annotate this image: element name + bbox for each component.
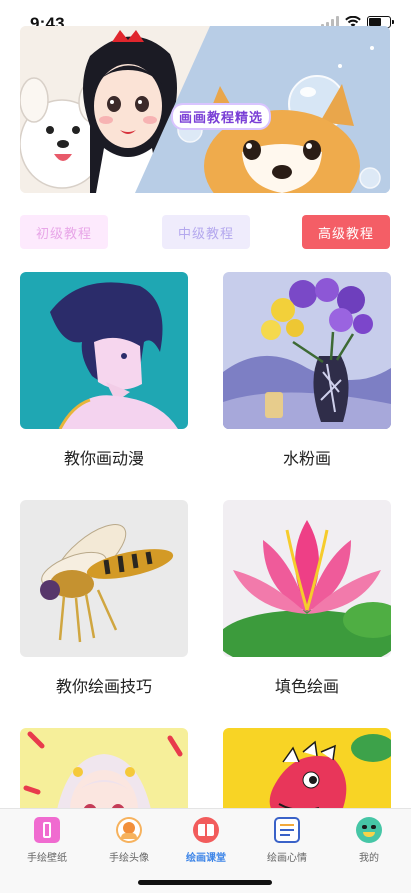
nav-item-mood[interactable]: 绘画心情: [246, 817, 328, 864]
tab-advanced[interactable]: 高级教程: [302, 215, 390, 249]
anime-boy-thumbnail: [20, 272, 188, 429]
course-card[interactable]: 填色绘画: [223, 500, 391, 697]
notebook-icon: [274, 817, 300, 843]
smiley-face-icon: [356, 817, 382, 843]
featured-banner[interactable]: 画画教程精选: [20, 26, 390, 193]
tab-beginner[interactable]: 初级教程: [20, 215, 108, 249]
nav-label: 绘画心情: [267, 853, 307, 864]
course-title: 教你绘画技巧: [55, 679, 152, 696]
nav-item-avatar[interactable]: 手绘头像: [88, 817, 170, 864]
nav-item-classroom[interactable]: 绘画课堂: [165, 817, 247, 864]
course-title: 填色绘画: [274, 679, 339, 696]
hoverfly-thumbnail: [20, 500, 188, 657]
nav-label: 手绘壁纸: [27, 853, 67, 864]
nav-item-profile[interactable]: 我的: [328, 817, 410, 864]
nav-item-wallpaper[interactable]: 手绘壁纸: [6, 817, 88, 864]
wallpaper-icon: [34, 817, 60, 843]
course-card[interactable]: 教你绘画技巧: [20, 500, 188, 697]
tab-intermediate[interactable]: 中级教程: [162, 215, 250, 249]
course-card[interactable]: 水粉画: [223, 272, 391, 469]
lotus-thumbnail: [223, 500, 391, 657]
home-indicator: [138, 880, 272, 885]
nav-label: 我的: [359, 853, 379, 864]
classroom-icon: [193, 817, 219, 843]
nav-label: 手绘头像: [109, 853, 149, 864]
avatar-icon: [116, 817, 142, 843]
course-card[interactable]: 教你画动漫: [20, 272, 188, 469]
course-title: 教你画动漫: [63, 451, 144, 468]
course-title: 水粉画: [282, 451, 331, 468]
banner-title: 画画教程精选: [173, 105, 270, 128]
level-tabs: 初级教程 中级教程 高级教程: [20, 215, 390, 249]
nav-label: 绘画课堂: [186, 853, 226, 864]
gouache-flowers-thumbnail: [223, 272, 391, 429]
